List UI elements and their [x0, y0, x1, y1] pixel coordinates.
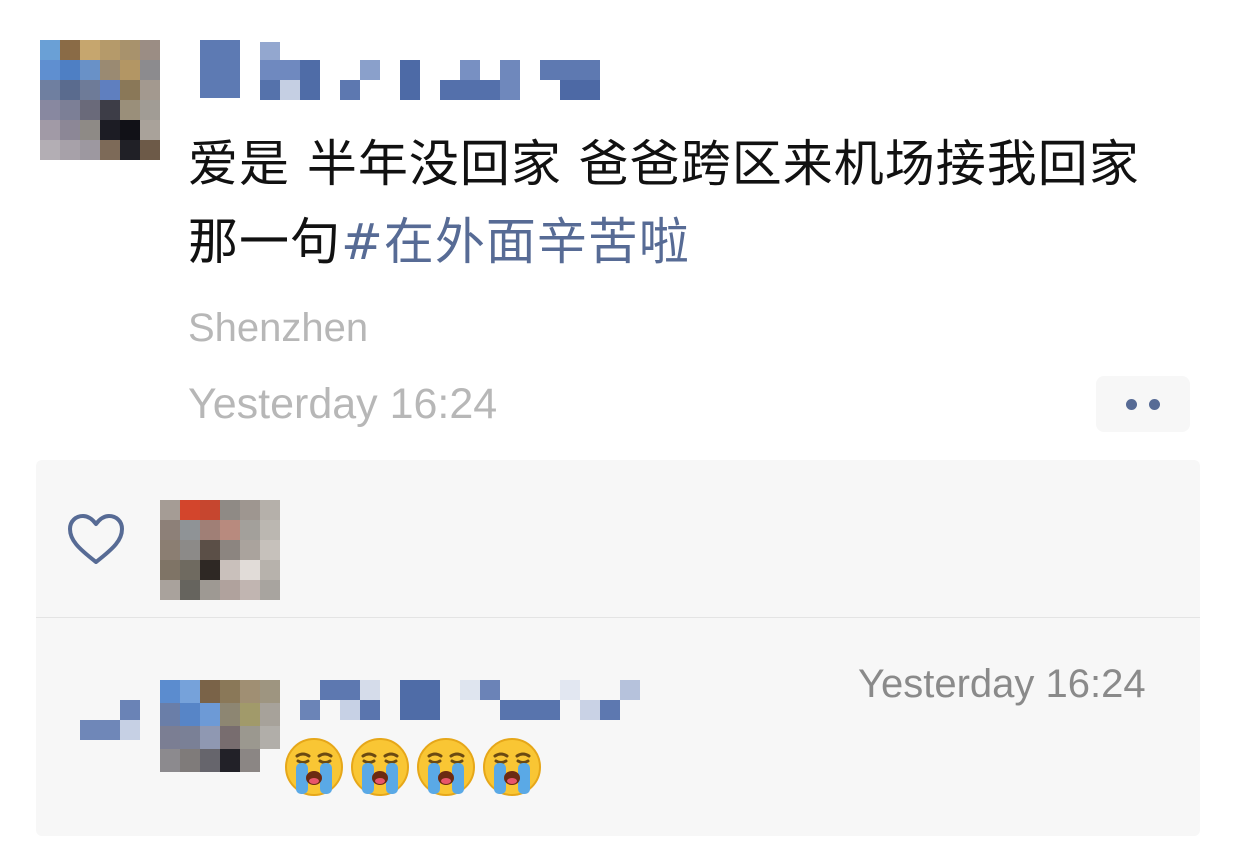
loudly-crying-face-icon [483, 738, 541, 796]
liker-avatar[interactable] [160, 500, 280, 600]
heart-icon [68, 514, 124, 564]
comment-text [283, 736, 543, 798]
poster-username[interactable] [200, 40, 600, 100]
panel-divider [36, 617, 1200, 618]
loudly-crying-face-icon [417, 738, 475, 796]
poster-avatar[interactable] [40, 40, 160, 160]
post-timestamp: Yesterday 16:24 [188, 380, 498, 428]
more-dot-icon [1149, 398, 1160, 410]
post-text: 爱是 半年没回家 爸爸跨区来机场接我回家 那一句#在外面辛苦啦 [188, 125, 1198, 281]
comment-username-fragment [80, 700, 140, 740]
hashtag-link[interactable]: #在外面辛苦啦 [341, 213, 690, 271]
post-location[interactable]: Shenzhen [188, 306, 368, 351]
commenter-avatar[interactable] [160, 680, 280, 772]
loudly-crying-face-icon [285, 738, 343, 796]
commenter-username[interactable] [300, 680, 640, 720]
more-actions-button[interactable] [1096, 376, 1190, 432]
comment-timestamp: Yesterday 16:24 [858, 662, 1146, 706]
more-dot-icon [1126, 398, 1137, 410]
loudly-crying-face-icon [351, 738, 409, 796]
